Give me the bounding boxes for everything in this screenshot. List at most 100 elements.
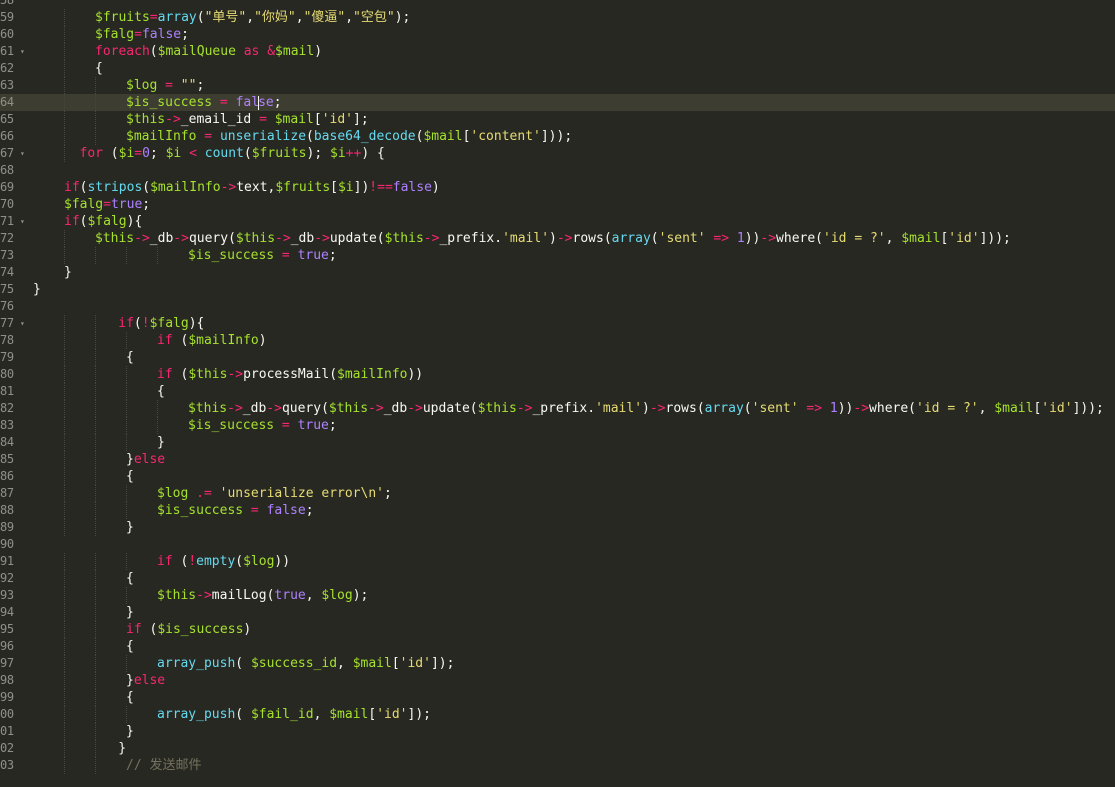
code-token: -> bbox=[134, 231, 150, 246]
code-line[interactable]: 67 ▾ for ($i=0; $i < count($fruits); $i++)… bbox=[0, 145, 1115, 162]
code-token: "单号" bbox=[204, 10, 247, 25]
code-line[interactable]: 91 if (!empty($log)) bbox=[0, 553, 1115, 570]
code-line[interactable]: 88 $is_success = false; bbox=[0, 502, 1115, 519]
code-token: $is_success bbox=[157, 622, 244, 637]
code-line[interactable]: 90 bbox=[0, 536, 1115, 553]
code-token: ; bbox=[142, 197, 151, 212]
code-token: true bbox=[110, 197, 143, 212]
code-line[interactable]: 60 $falg=false; bbox=[0, 26, 1115, 43]
code-token: if bbox=[64, 214, 80, 229]
code-text: // 发送邮件 bbox=[126, 757, 201, 774]
code-token: -> bbox=[556, 231, 573, 246]
code-line[interactable]: 02} bbox=[0, 740, 1115, 757]
code-token: $this bbox=[384, 231, 424, 246]
code-token: ){ bbox=[188, 316, 205, 331]
indent-guide bbox=[95, 417, 96, 434]
code-line[interactable]: 61 ▾ foreach($mailQueue as &$mail) bbox=[0, 43, 1115, 60]
code-token: ) { bbox=[361, 146, 385, 161]
code-token: 'id' bbox=[399, 656, 431, 671]
code-line[interactable]: 03 // 发送邮件 bbox=[0, 757, 1115, 774]
code-token: = bbox=[281, 418, 290, 433]
code-line[interactable]: 77 ▾ if(!$falg){ bbox=[0, 315, 1115, 332]
code-token: query( bbox=[281, 401, 329, 416]
code-line[interactable]: 58 bbox=[0, 0, 1115, 9]
code-text: array_push( $success_id, $mail['id']); bbox=[157, 655, 454, 672]
line-number: 84 bbox=[0, 435, 14, 449]
fold-arrow-icon[interactable]: ▾ bbox=[20, 145, 30, 162]
line-number: 83 bbox=[0, 418, 14, 432]
code-token: [ bbox=[330, 180, 338, 195]
code-line[interactable]: 70 $falg=true; bbox=[0, 196, 1115, 213]
code-line[interactable]: 59 $fruits=array("单号","你妈","傻逼","空包"); bbox=[0, 9, 1115, 26]
fold-arrow-icon[interactable]: ▾ bbox=[20, 43, 30, 60]
code-token: se bbox=[258, 95, 274, 110]
code-line[interactable]: 78 if ($mailInfo) bbox=[0, 332, 1115, 349]
code-line[interactable]: 93 $this->mailLog(true, $log); bbox=[0, 587, 1115, 604]
code-line[interactable]: 85}else bbox=[0, 451, 1115, 468]
code-line[interactable]: 86 { bbox=[0, 468, 1115, 485]
code-line[interactable]: 87 $log .= 'unserialize error\n'; bbox=[0, 485, 1115, 502]
code-line[interactable]: 97 array_push( $success_id, $mail['id']); bbox=[0, 655, 1115, 672]
code-line[interactable]: 66 $mailInfo = unserialize(base64_decode(… bbox=[0, 128, 1115, 145]
code-line[interactable]: 89} bbox=[0, 519, 1115, 536]
code-line[interactable]: 64 $is_success = false; bbox=[0, 94, 1115, 111]
code-lines: 58 59 $fruits=array("单号","你妈","傻逼","空包"); 6… bbox=[0, 0, 1115, 774]
code-line[interactable]: 82 $this->_db->query($this->_db->update($… bbox=[0, 400, 1115, 417]
code-line[interactable]: 69 if(stripos($mailInfo->text,$fruits[$i]… bbox=[0, 179, 1115, 196]
code-line[interactable]: 99 { bbox=[0, 689, 1115, 706]
line-number: 70 bbox=[0, 197, 14, 211]
code-line[interactable]: 92 { bbox=[0, 570, 1115, 587]
code-editor[interactable]: 58 59 $fruits=array("单号","你妈","傻逼","空包"); 6… bbox=[0, 0, 1115, 787]
code-token: -> bbox=[220, 180, 237, 195]
code-token: = bbox=[281, 248, 290, 263]
code-token: $fruits bbox=[95, 10, 150, 25]
line-number: 59 bbox=[0, 10, 14, 24]
code-line[interactable]: 72 $this->_db->query($this->_db->update($… bbox=[0, 230, 1115, 247]
line-number: 81 bbox=[0, 384, 14, 398]
fold-arrow-icon[interactable]: ▾ bbox=[20, 315, 30, 332]
code-line[interactable]: 01} bbox=[0, 723, 1115, 740]
code-line[interactable]: 98}else bbox=[0, 672, 1115, 689]
code-line[interactable]: 65 $this->_email_id = $mail['id']; bbox=[0, 111, 1115, 128]
code-text: if (!empty($log)) bbox=[157, 553, 290, 570]
code-line[interactable]: 63 $log = ""; bbox=[0, 77, 1115, 94]
code-line[interactable]: 73 $is_success = true; bbox=[0, 247, 1115, 264]
code-token: array_push bbox=[157, 707, 236, 722]
code-token: )) bbox=[744, 231, 761, 246]
code-line[interactable]: 95 if ($is_success) bbox=[0, 621, 1115, 638]
indent-guide bbox=[126, 434, 127, 451]
code-line[interactable]: 62 { bbox=[0, 60, 1115, 77]
code-line[interactable]: 74} bbox=[0, 264, 1115, 281]
code-token: ++ bbox=[345, 146, 362, 161]
code-line[interactable]: 68 bbox=[0, 162, 1115, 179]
code-text: if ($is_success) bbox=[126, 621, 251, 638]
code-line[interactable]: 75} bbox=[0, 281, 1115, 298]
code-token: 'id = ?' bbox=[916, 401, 979, 416]
line-number: 92 bbox=[0, 571, 14, 585]
code-token: ( bbox=[306, 129, 314, 144]
code-token: { bbox=[126, 690, 134, 705]
code-token: = bbox=[204, 129, 213, 144]
code-line[interactable]: 81 { bbox=[0, 383, 1115, 400]
code-token: $i bbox=[118, 146, 135, 161]
code-token: array bbox=[611, 231, 651, 246]
code-line[interactable]: 94} bbox=[0, 604, 1115, 621]
code-line[interactable]: 00 array_push( $fail_id, $mail['id']); bbox=[0, 706, 1115, 723]
code-line[interactable]: 76 bbox=[0, 298, 1115, 315]
fold-arrow-icon[interactable]: ▾ bbox=[20, 213, 30, 230]
code-line[interactable]: 84} bbox=[0, 434, 1115, 451]
code-token: -> bbox=[368, 401, 384, 416]
line-number: 88 bbox=[0, 503, 14, 517]
indent-guide bbox=[95, 94, 96, 111]
code-line[interactable]: 80 if ($this->processMail($mailInfo)) bbox=[0, 366, 1115, 383]
indent-guide bbox=[95, 553, 96, 570]
indent-guide bbox=[64, 400, 65, 417]
line-number: 94 bbox=[0, 605, 14, 619]
code-line[interactable]: 83 $is_success = true; bbox=[0, 417, 1115, 434]
code-line[interactable]: 71 ▾ if($falg){ bbox=[0, 213, 1115, 230]
indent-guide bbox=[64, 621, 65, 638]
code-line[interactable]: 96 { bbox=[0, 638, 1115, 655]
code-line[interactable]: 79 { bbox=[0, 349, 1115, 366]
code-token: ( bbox=[196, 10, 205, 25]
